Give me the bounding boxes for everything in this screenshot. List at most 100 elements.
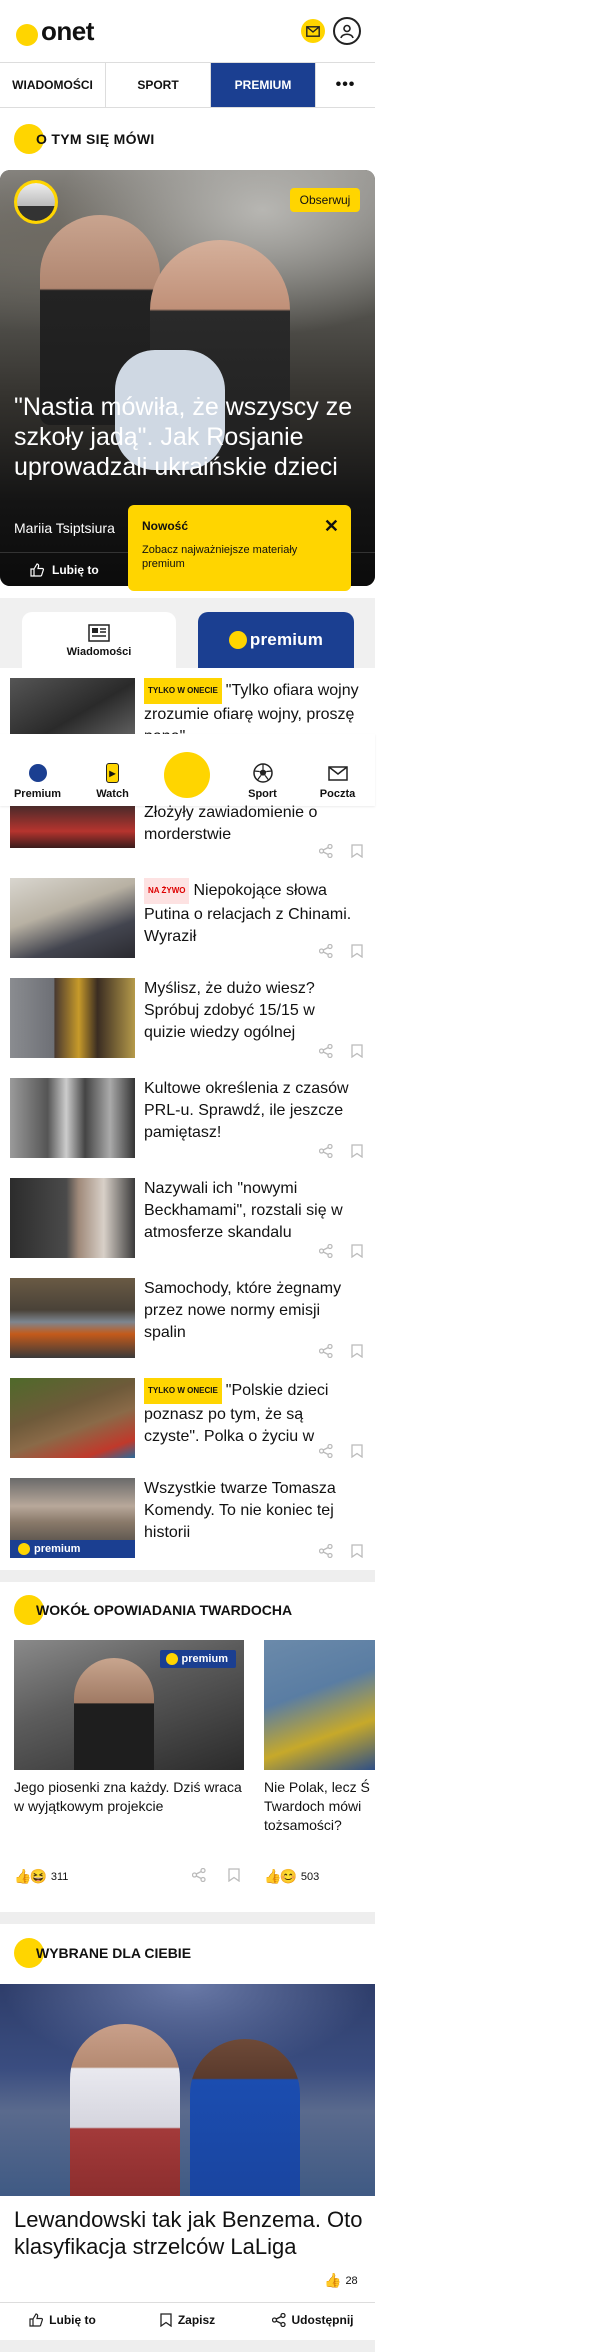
share-icon[interactable]: [319, 1444, 333, 1458]
bookmark-icon[interactable]: [351, 1444, 363, 1458]
close-icon[interactable]: ✕: [324, 517, 339, 535]
article-actions: [319, 1444, 363, 1458]
article-actions: [319, 1044, 363, 1058]
premium-label: premium: [10, 1540, 135, 1558]
bookmark-icon[interactable]: [351, 1144, 363, 1158]
feature-card-image[interactable]: premium: [14, 1640, 244, 1770]
section-divider: [0, 2340, 375, 2352]
article-image[interactable]: [0, 1984, 375, 2196]
newspaper-icon: [88, 624, 110, 642]
bookmark-icon[interactable]: [351, 1044, 363, 1058]
article-title: Wszystkie twarze Tomasza Komendy. To nie…: [144, 1478, 359, 1544]
reactions[interactable]: 👍 😆 311: [14, 1868, 68, 1885]
list-item[interactable]: Nazywali ich "nowymi Beckhamami", rozsta…: [10, 1168, 375, 1268]
hero-title[interactable]: "Nastia mówiła, że wszyscy ze szkoły jad…: [14, 392, 364, 482]
tab-wiadomosci[interactable]: Wiadomości: [22, 612, 176, 670]
bookmark-icon[interactable]: [228, 1868, 240, 1882]
share-icon[interactable]: [319, 944, 333, 958]
article-title-text: Samochody, które żegnamy przez nowe norm…: [144, 1280, 342, 1341]
section-title-o-tym-sie-mowi: O TYM SIĘ MÓWI: [14, 124, 155, 154]
author-avatar[interactable]: [14, 180, 58, 224]
article-thumbnail: [10, 806, 135, 848]
article-title-text: Nazywali ich "nowymi Beckhamami", rozsta…: [144, 1180, 343, 1241]
thumbs-up-icon: [29, 2312, 44, 2327]
article-title[interactable]: Lewandowski tak jak Benzema. Oto klasyfi…: [14, 2206, 364, 2260]
like-button[interactable]: Lubię to: [0, 2313, 125, 2327]
reactions[interactable]: 👍 😊 503: [264, 1868, 319, 1885]
onet-logo[interactable]: onet: [16, 16, 94, 47]
share-icon[interactable]: [319, 1044, 333, 1058]
tab-premium[interactable]: premium: [198, 612, 354, 668]
article-actions: [319, 1344, 363, 1358]
article-title: Myślisz, że dużo wiesz? Spróbuj zdobyć 1…: [144, 978, 359, 1044]
section-divider: [0, 1570, 375, 1582]
mail-icon[interactable]: [301, 19, 325, 43]
reactions[interactable]: 👍 28: [324, 2272, 358, 2289]
article-thumbnail: premium: [10, 1478, 135, 1558]
hero-author[interactable]: Mariia Tsiptsiura: [14, 520, 115, 536]
article-action-bar: Lubię to Zapisz Udostępnij: [0, 2302, 375, 2336]
article-thumbnail: [10, 1078, 135, 1158]
bookmark-icon[interactable]: [351, 944, 363, 958]
article-actions: [319, 1244, 363, 1258]
list-item[interactable]: NA ŻYWO Niepokojące słowa Putina o relacj…: [10, 868, 375, 968]
reaction-count: 503: [300, 1870, 320, 1883]
section-divider: [0, 1912, 375, 1924]
new-feature-tooltip: Nowość Zobacz najważniejsze materiały pr…: [128, 505, 351, 591]
article-title: Samochody, które żegnamy przez nowe norm…: [144, 1278, 359, 1344]
list-item[interactable]: Kultowe określenia z czasów PRL-u. Spraw…: [10, 1068, 375, 1168]
list-item[interactable]: Myślisz, że dużo wiesz? Spróbuj zdobyć 1…: [10, 968, 375, 1068]
section-title-text: O TYM SIĘ MÓWI: [36, 131, 155, 147]
feature-card-image[interactable]: [264, 1640, 375, 1770]
site-header: onet: [0, 0, 375, 62]
nav-more-button[interactable]: •••: [316, 63, 375, 107]
like-label: Lubię to: [49, 2312, 96, 2327]
article-thumbnail: [10, 978, 135, 1058]
nav-item-sport[interactable]: SPORT: [106, 63, 211, 107]
premium-label: premium: [159, 1650, 236, 1668]
save-button[interactable]: Zapisz: [125, 2313, 250, 2327]
article-title: Kultowe określenia z czasów PRL-u. Spraw…: [144, 1078, 359, 1144]
share-icon[interactable]: [319, 1244, 333, 1258]
share-icon[interactable]: [319, 1344, 333, 1358]
article-title-text: Złożyły zawiadomienie o morderstwie: [144, 804, 318, 843]
share-icon[interactable]: [319, 844, 333, 858]
section-title-text: WYBRANE DLA CIEBIE: [36, 1945, 192, 1961]
article-title: Złożyły zawiadomienie o morderstwie: [144, 802, 359, 846]
user-account-icon[interactable]: [333, 17, 361, 45]
reaction-count: 28: [345, 2274, 358, 2287]
list-item[interactable]: TYLKO W ONECIE "Polskie dzieci poznasz po…: [10, 1368, 375, 1468]
feature-card-title[interactable]: Nie Polak, lecz Ś Twardoch mówi tożsamoś…: [264, 1778, 375, 1838]
premium-label-text: premium: [181, 1653, 228, 1665]
list-item[interactable]: premium Wszystkie twarze Tomasza Komendy…: [10, 1468, 375, 1568]
share-icon: [271, 2312, 286, 2327]
bookmark-icon[interactable]: [351, 844, 363, 858]
article-thumbnail: [10, 1178, 135, 1258]
bookmark-icon[interactable]: [351, 1344, 363, 1358]
list-item[interactable]: Złożyły zawiadomienie o morderstwie: [10, 768, 375, 868]
nav-item-wiadomosci[interactable]: WIADOMOŚCI: [0, 63, 106, 107]
tooltip-text: Zobacz najważniejsze materiały premium: [142, 544, 298, 570]
article-actions: [319, 1144, 363, 1158]
article-title-text: Myślisz, że dużo wiesz? Spróbuj zdobyć 1…: [144, 980, 315, 1041]
logo-dot-icon: [16, 23, 38, 46]
bookmark-icon[interactable]: [351, 1244, 363, 1258]
like-label: Lubię to: [52, 562, 99, 577]
list-item[interactable]: Samochody, które żegnamy przez nowe norm…: [10, 1268, 375, 1368]
live-badge: NA ŻYWO: [144, 878, 190, 904]
article-actions: [319, 1544, 363, 1558]
feature-card-title[interactable]: Jego piosenki zna każdy. Dziś wraca w wy…: [14, 1778, 244, 1816]
share-icon[interactable]: [192, 1868, 206, 1882]
section-title-wybrane-dla-ciebie: WYBRANE DLA CIEBIE: [14, 1938, 191, 1968]
share-icon[interactable]: [319, 1144, 333, 1158]
laugh-emoji-icon: 😆: [29, 1868, 47, 1884]
nav-item-premium[interactable]: PREMIUM: [211, 63, 316, 107]
article-title-text: Wszystkie twarze Tomasza Komendy. To nie…: [144, 1480, 336, 1541]
article-thumbnail: [10, 1378, 135, 1458]
bookmark-icon[interactable]: [351, 1544, 363, 1558]
logo-text: onet: [41, 16, 94, 46]
share-button[interactable]: Udostępnij: [250, 2312, 375, 2327]
share-icon[interactable]: [319, 1544, 333, 1558]
tab-wiadomosci-label: Wiadomości: [66, 646, 132, 658]
follow-button[interactable]: Obserwuj: [290, 188, 360, 212]
